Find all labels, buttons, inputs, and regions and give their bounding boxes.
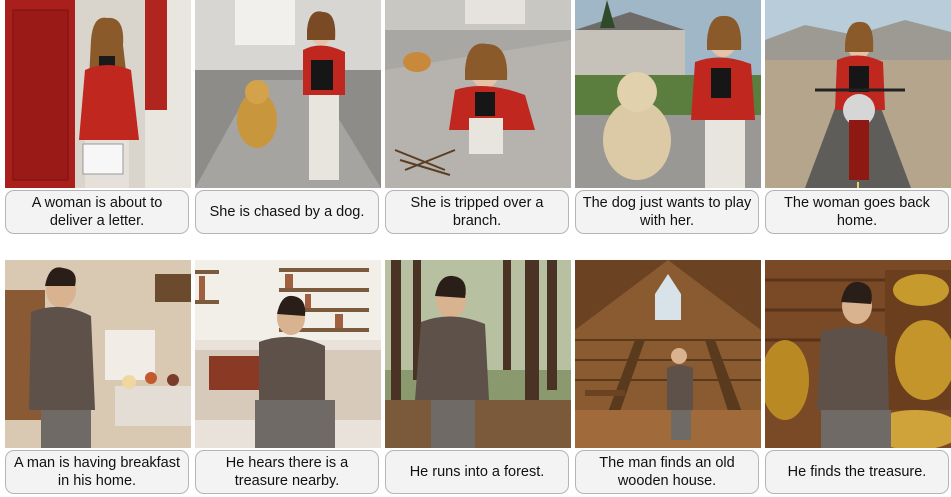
panel-image-street-dog [195, 0, 381, 188]
panel-image-doorway [5, 0, 191, 188]
panel-image-sidewalk-fall [385, 0, 571, 188]
panel-image-forest [385, 260, 571, 448]
panel-image-kitchen [5, 260, 191, 448]
panel-caption: The man finds an old wooden house. [575, 450, 759, 494]
panel-caption: The dog just wants to play with her. [575, 190, 759, 234]
panel-image-treasure [765, 260, 951, 448]
panel-image-living-room [195, 260, 381, 448]
panel-caption: He runs into a forest. [385, 450, 569, 494]
panel-caption: She is chased by a dog. [195, 190, 379, 234]
panel-caption: He finds the treasure. [765, 450, 949, 494]
panel-caption: A man is having breakfast in his home. [5, 450, 189, 494]
panel-image-road-motorcycle [765, 0, 951, 188]
panel-image-yard-dog [575, 0, 761, 188]
panel-caption: A woman is about to deliver a letter. [5, 190, 189, 234]
panel-caption: He hears there is a treasure nearby. [195, 450, 379, 494]
panel-caption: She is tripped over a branch. [385, 190, 569, 234]
panel-image-wooden-house [575, 260, 761, 448]
panel-caption: The woman goes back home. [765, 190, 949, 234]
